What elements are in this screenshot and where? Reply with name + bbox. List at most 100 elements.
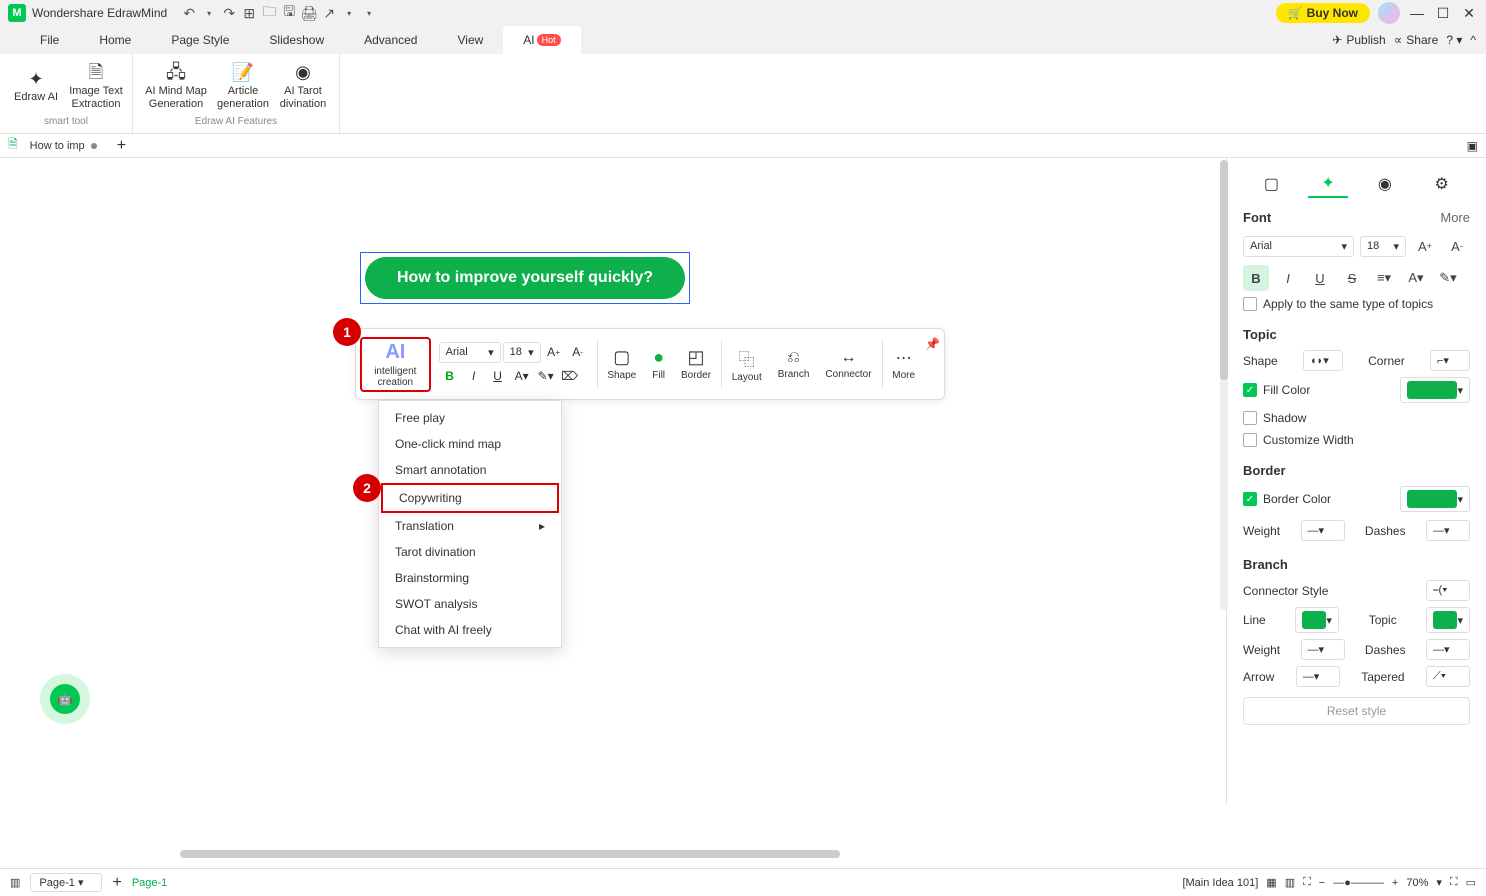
outline-toggle-icon[interactable]: ▥ — [10, 876, 20, 889]
qat-more[interactable]: ▾ — [361, 5, 377, 21]
collapse-ribbon-icon[interactable]: ^ — [1470, 33, 1476, 47]
new-icon[interactable]: ⊞ — [241, 5, 257, 21]
apply-same-checkbox[interactable] — [1243, 297, 1257, 311]
scroll-thumb[interactable] — [1220, 160, 1228, 380]
present-icon[interactable]: ▭ — [1466, 876, 1476, 889]
ai-mindmap-button[interactable]: 🖧AI Mind Map Generation — [141, 58, 211, 116]
zoom-slider[interactable]: —●——— — [1333, 877, 1384, 889]
highlight-icon[interactable]: ✎▾ — [535, 365, 557, 387]
connector-style-select[interactable]: ⎯(▾ — [1426, 580, 1470, 601]
open-icon[interactable]: 🗀 — [261, 5, 277, 21]
shape-button[interactable]: ▢Shape — [601, 347, 642, 381]
ctx-free-play[interactable]: Free play — [379, 405, 561, 431]
size-select[interactable]: 18▾ — [503, 342, 541, 363]
undo-icon[interactable]: ↶ — [181, 5, 197, 21]
redo-icon[interactable]: ↷ — [221, 5, 237, 21]
buy-now-button[interactable]: 🛒 Buy Now — [1276, 3, 1370, 23]
panel-tab-theme[interactable]: ◉ — [1365, 170, 1405, 198]
shadow-checkbox[interactable] — [1243, 411, 1257, 425]
panel-toggle-icon[interactable]: ▣ — [1467, 139, 1486, 153]
ctx-smart-annotation[interactable]: Smart annotation — [379, 457, 561, 483]
menu-view[interactable]: View — [437, 26, 503, 54]
increase-font-icon[interactable]: A+ — [1412, 233, 1438, 259]
bold-button[interactable]: B — [1243, 265, 1269, 291]
font-family-select[interactable]: Arial▾ — [1243, 236, 1354, 257]
canvas[interactable]: How to improve yourself quickly? 1 AI in… — [0, 158, 1226, 804]
maximize-icon[interactable]: ☐ — [1434, 4, 1452, 22]
custom-width-checkbox[interactable] — [1243, 433, 1257, 447]
print-icon[interactable]: 🖨 — [301, 5, 317, 21]
zoom-in-icon[interactable]: + — [1392, 877, 1398, 889]
menu-ai[interactable]: AIHot — [503, 26, 580, 54]
publish-button[interactable]: ✈ Publish — [1332, 33, 1385, 47]
underline-icon[interactable]: U — [487, 365, 509, 387]
add-page-button[interactable]: + — [112, 874, 121, 892]
topic-color-select[interactable]: ▾ — [1426, 607, 1470, 633]
article-generation-button[interactable]: 📝Article generation — [215, 58, 271, 116]
close-icon[interactable]: ✕ — [1460, 4, 1478, 22]
ai-chat-fab[interactable]: 🤖 — [40, 674, 90, 724]
minimize-icon[interactable]: — — [1408, 4, 1426, 22]
panel-tab-settings[interactable]: ⚙ — [1422, 170, 1462, 198]
decrease-font-icon[interactable]: A- — [567, 341, 589, 363]
ctx-one-click-mindmap[interactable]: One-click mind map — [379, 431, 561, 457]
reset-style-button[interactable]: Reset style — [1243, 697, 1470, 725]
menu-home[interactable]: Home — [79, 26, 151, 54]
more-button[interactable]: ⋯More — [886, 348, 921, 381]
highlight-button[interactable]: ✎▾ — [1435, 265, 1461, 291]
ai-intelligent-creation-button[interactable]: AI intelligent creation — [360, 337, 431, 392]
image-text-extraction-button[interactable]: 🗎Image Text Extraction — [68, 58, 124, 116]
align-button[interactable]: ≡▾ — [1371, 265, 1397, 291]
line-color-select[interactable]: ▾ — [1295, 607, 1339, 633]
page-tab[interactable]: Page-1 — [132, 877, 167, 889]
ctx-translation[interactable]: Translation▸ — [379, 513, 561, 539]
tapered-select[interactable]: ⟋▾ — [1426, 666, 1470, 687]
menu-page-style[interactable]: Page Style — [151, 26, 249, 54]
view-icon-1[interactable]: ▦ — [1266, 876, 1276, 889]
border-color-checkbox[interactable]: ✓ — [1243, 492, 1257, 506]
help-button[interactable]: ? ▾ — [1446, 33, 1462, 47]
menu-file[interactable]: File — [20, 26, 79, 54]
document-tab[interactable]: How to imp — [22, 138, 105, 154]
menu-slideshow[interactable]: Slideshow — [249, 26, 344, 54]
ctx-copywriting[interactable]: Copywriting — [381, 483, 559, 513]
branch-dashes-select[interactable]: —▾ — [1426, 639, 1470, 660]
view-icon-2[interactable]: ▥ — [1285, 876, 1295, 889]
ctx-brainstorming[interactable]: Brainstorming — [379, 565, 561, 591]
ai-tarot-button[interactable]: ◉AI Tarot divination — [275, 58, 331, 116]
ctx-tarot[interactable]: Tarot divination — [379, 539, 561, 565]
new-tab-button[interactable]: + — [109, 137, 134, 155]
border-weight-select[interactable]: —▾ — [1301, 520, 1345, 541]
fit-page-icon[interactable]: ⛶ — [1303, 876, 1311, 889]
share-button[interactable]: ∝ Share — [1394, 33, 1439, 47]
border-dashes-select[interactable]: —▾ — [1426, 520, 1470, 541]
fullscreen-icon[interactable]: ⛶ — [1450, 876, 1458, 889]
horizontal-scrollbar[interactable] — [180, 850, 840, 858]
export-icon[interactable]: ↗ — [321, 5, 337, 21]
font-color-icon[interactable]: A▾ — [511, 365, 533, 387]
page-select[interactable]: Page-1 ▾ — [30, 873, 102, 892]
connector-button[interactable]: ↔Connector — [819, 349, 877, 380]
clear-format-icon[interactable]: ⌦ — [559, 365, 581, 387]
zoom-dropdown[interactable]: ▾ — [1436, 876, 1442, 889]
ctx-chat-ai[interactable]: Chat with AI freely — [379, 617, 561, 643]
increase-font-icon[interactable]: A+ — [543, 341, 565, 363]
edraw-ai-button[interactable]: ✦Edraw AI — [8, 58, 64, 116]
layout-button[interactable]: ⿻Layout — [726, 346, 768, 383]
menu-advanced[interactable]: Advanced — [344, 26, 437, 54]
fill-color-select[interactable]: ▾ — [1400, 377, 1470, 403]
arrow-select[interactable]: —▾ — [1296, 666, 1340, 687]
fill-color-checkbox[interactable]: ✓ — [1243, 383, 1257, 397]
font-select[interactable]: Arial▾ — [439, 342, 501, 363]
shape-select[interactable]: ◖◗▾ — [1303, 350, 1343, 371]
zoom-out-icon[interactable]: − — [1319, 877, 1325, 889]
branch-weight-select[interactable]: —▾ — [1301, 639, 1345, 660]
font-color-button[interactable]: A▾ — [1403, 265, 1429, 291]
panel-tab-page[interactable]: ▢ — [1251, 170, 1291, 198]
corner-select[interactable]: ⌐▾ — [1430, 350, 1470, 371]
central-topic-node[interactable]: How to improve yourself quickly? — [360, 252, 690, 304]
fill-button[interactable]: ●Fill — [646, 347, 671, 381]
panel-tab-style[interactable]: ✦ — [1308, 170, 1348, 198]
decrease-font-icon[interactable]: A- — [1444, 233, 1470, 259]
italic-icon[interactable]: I — [463, 365, 485, 387]
